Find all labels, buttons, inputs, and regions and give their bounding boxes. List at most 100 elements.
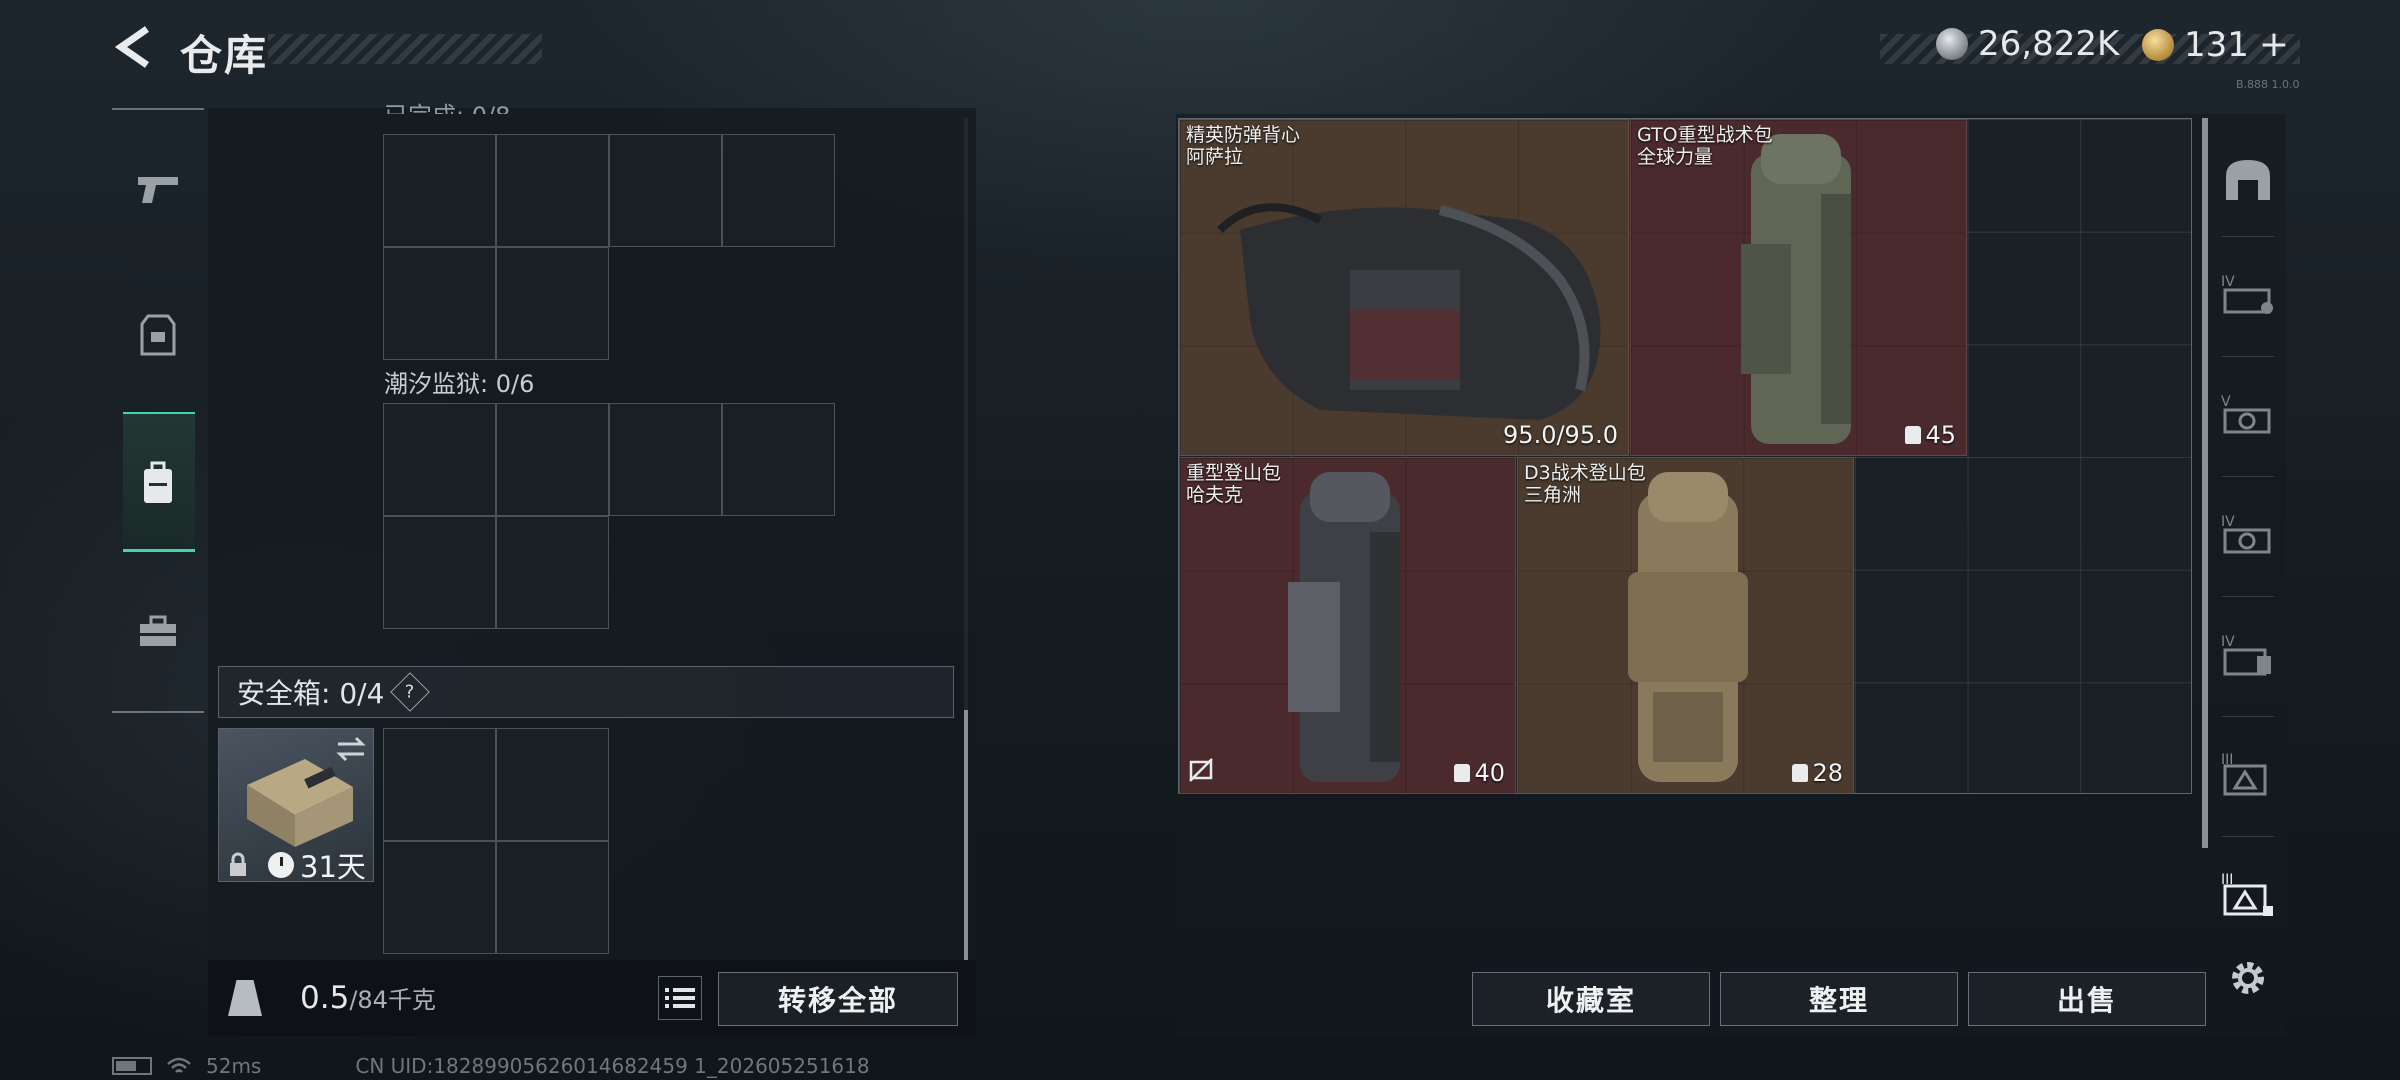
gold-currency-value: 131	[2184, 24, 2249, 65]
level-iv-case-2-icon: IV	[2221, 514, 2271, 554]
stash-item-heavy-pack[interactable]: 重型登山包 哈夫克 40	[1179, 457, 1516, 794]
svg-text:IV: IV	[2221, 634, 2235, 650]
collection-room-button[interactable]: 收藏室	[1472, 972, 1710, 1026]
svg-text:V: V	[2221, 394, 2231, 410]
item-capacity: 28	[1792, 759, 1843, 787]
container-slot[interactable]	[609, 134, 722, 247]
item-name: 重型登山包 哈夫克	[1186, 462, 1282, 506]
gto-backpack-image	[1741, 134, 1851, 444]
capacity-icon	[1792, 764, 1809, 782]
stash-tab-rail	[2202, 118, 2208, 848]
backpack-icon	[144, 461, 172, 503]
add-currency-button[interactable]: +	[2259, 24, 2289, 65]
weight-current: 0.5	[300, 980, 350, 1016]
safe-slot[interactable]	[383, 841, 496, 954]
safe-slot[interactable]	[383, 728, 496, 841]
clock-icon	[268, 852, 294, 878]
tab-stash-iv-2[interactable]: IV	[2216, 502, 2280, 566]
container-scrollbar-thumb[interactable]	[964, 710, 968, 960]
tab-toolbox[interactable]	[123, 596, 193, 666]
safe-slot[interactable]	[496, 841, 609, 954]
ping-value: 52ms	[206, 1054, 262, 1078]
transfer-all-button[interactable]: 转移全部	[718, 972, 958, 1026]
sell-button[interactable]: 出售	[1968, 972, 2206, 1026]
level-iv-case-1-icon: IV	[2221, 274, 2273, 314]
level-iv-case-3-icon: IV	[2221, 634, 2271, 676]
d3-pack-image	[1628, 472, 1748, 782]
tab-backpack[interactable]	[123, 448, 193, 518]
container-slot[interactable]	[496, 247, 609, 360]
item-name: D3战术登山包 三角洲	[1524, 462, 1646, 506]
stash-item-d3-pack[interactable]: D3战术登山包 三角洲 28	[1517, 457, 1854, 794]
container-slot[interactable]	[496, 403, 609, 516]
container-slot[interactable]	[383, 403, 496, 516]
battery-icon	[112, 1057, 152, 1075]
safe-box-header: 安全箱: 0/4 ?	[218, 666, 954, 718]
safe-slot[interactable]	[496, 728, 609, 841]
gold-coin-icon	[2142, 28, 2174, 61]
organize-button[interactable]: 整理	[1720, 972, 1958, 1026]
tab-stash-v[interactable]: V	[2216, 382, 2280, 446]
item-capacity: 40	[1454, 759, 1505, 787]
safe-box-help-button[interactable]: ?	[390, 672, 431, 712]
level-v-case-icon: V	[2221, 394, 2271, 434]
silver-currency-value: 26,822K	[1978, 24, 2120, 64]
level-iii-case-active-icon: III	[2221, 872, 2273, 916]
tab-stash-iv-1[interactable]: IV	[2216, 262, 2280, 326]
container-slot[interactable]	[383, 134, 496, 247]
settings-button[interactable]	[2216, 946, 2280, 1010]
safe-box-days: 31天	[300, 850, 366, 884]
item-name: GTO重型战术包 全球力量	[1637, 124, 1773, 168]
item-durability: 95.0/95.0	[1503, 421, 1618, 449]
safe-box-label: 安全箱: 0/4	[237, 677, 385, 710]
uid-label: CN UID:18289905626014682459 1_2026052516…	[355, 1054, 870, 1078]
pistol-icon	[138, 177, 178, 203]
heavy-pack-image	[1288, 472, 1400, 782]
version-label: B.888 1.0.0	[2236, 78, 2300, 91]
list-icon	[665, 988, 695, 1008]
capacity-icon	[1905, 426, 1922, 444]
container-label-tidal-prison: 潮汐监狱: 0/6	[384, 370, 535, 398]
svg-text:IV: IV	[2221, 274, 2235, 290]
list-view-button[interactable]	[658, 976, 702, 1020]
container-slot[interactable]	[609, 403, 722, 516]
weight-max: /84千克	[349, 986, 436, 1014]
tab-stash-iv-3[interactable]: IV	[2216, 622, 2280, 686]
padlock-icon	[228, 852, 248, 882]
container-slot[interactable]	[383, 516, 496, 629]
silver-coin-icon	[1936, 28, 1968, 60]
silver-currency: 26,822K	[1936, 24, 2119, 64]
armor-vest-icon	[140, 314, 176, 356]
safe-house-icon	[2226, 160, 2270, 200]
gold-currency[interactable]: 131 +	[2142, 24, 2289, 65]
settings-gear-icon	[2232, 962, 2264, 994]
stash-item-gto-backpack[interactable]: GTO重型战术包 全球力量 45	[1630, 119, 1967, 456]
tab-weapons[interactable]	[123, 155, 193, 225]
armor-vest-image	[1217, 203, 1601, 420]
wifi-icon	[167, 1057, 191, 1073]
container-label-cut: 已完成: 0/8	[384, 96, 510, 114]
item-capacity: 45	[1905, 421, 1956, 449]
tab-safe-house[interactable]	[2216, 146, 2280, 210]
item-name: 精英防弹背心 阿萨拉	[1186, 124, 1301, 168]
capacity-icon	[1454, 764, 1471, 782]
tab-stash-iii[interactable]: III	[2216, 742, 2280, 806]
back-button[interactable]	[108, 22, 158, 72]
status-bar: 52ms CN UID:18289905626014682459 1_20260…	[112, 1054, 870, 1078]
carry-weight: 0.5/84千克	[300, 980, 436, 1016]
toolbox-icon	[140, 615, 176, 646]
swap-icon[interactable]	[336, 736, 366, 766]
no-insurance-icon	[1188, 757, 1214, 787]
level-iii-case-icon: III	[2221, 752, 2267, 796]
svg-text:IV: IV	[2221, 514, 2235, 530]
tab-stash-iii-active[interactable]: III	[2216, 862, 2280, 926]
container-slot[interactable]	[383, 247, 496, 360]
stash-item-armor-vest[interactable]: 精英防弹背心 阿萨拉 95.0/95.0	[1179, 119, 1629, 456]
container-slot[interactable]	[496, 516, 609, 629]
page-title: 仓库	[180, 31, 269, 80]
container-slot[interactable]	[722, 134, 835, 247]
safe-box-duration: 31天	[268, 844, 366, 886]
container-slot[interactable]	[496, 134, 609, 247]
tab-armor[interactable]	[123, 300, 193, 370]
container-slot[interactable]	[722, 403, 835, 516]
